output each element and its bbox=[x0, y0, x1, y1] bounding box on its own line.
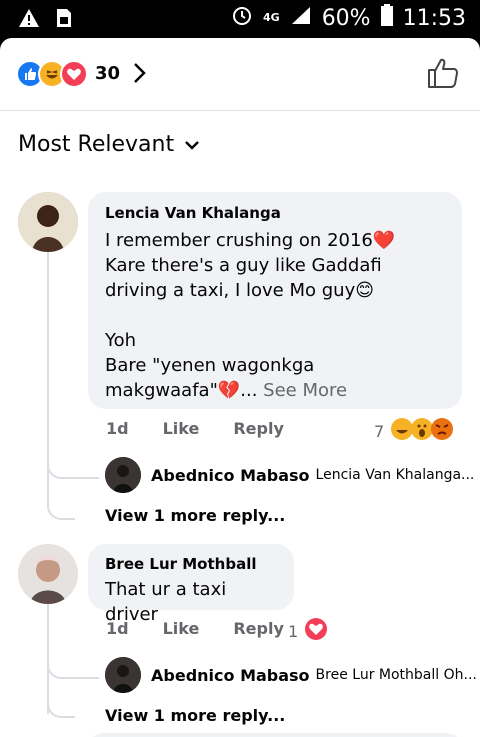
reply-button[interactable]: Reply bbox=[233, 619, 284, 638]
reply-preview[interactable]: Abednico Mabaso Bree Lur Mothball Oh... bbox=[105, 657, 477, 693]
comment-bubble: Bree Lur Mothball That ur a taxi driver bbox=[88, 544, 294, 625]
reaction-summary-bar[interactable]: 30 bbox=[0, 38, 480, 111]
sim-card-icon bbox=[56, 8, 72, 32]
reaction-count: 1 bbox=[288, 621, 299, 641]
comment-bubble bbox=[88, 733, 462, 737]
reply-snippet: Bree Lur Mothball Oh... bbox=[315, 667, 477, 683]
comment-actions: 1d Like Reply bbox=[106, 619, 318, 638]
like-comment-button[interactable]: Like bbox=[163, 619, 200, 638]
thread-connector bbox=[47, 478, 75, 520]
comment-author[interactable]: Bree Lur Mothball bbox=[105, 555, 278, 573]
comment-bubble: Lencia Van Khalanga I remember crushing … bbox=[88, 192, 462, 409]
clock: 11:53 bbox=[402, 5, 466, 31]
comments-sheet: 30 Most Relevant Lencia Van Khalanga I r… bbox=[0, 38, 480, 737]
thread-connector bbox=[47, 678, 75, 718]
avatar[interactable] bbox=[18, 192, 78, 252]
reaction-count: 7 bbox=[374, 421, 385, 441]
sort-label: Most Relevant bbox=[18, 132, 175, 157]
view-more-replies-link[interactable]: View 1 more reply... bbox=[105, 506, 285, 525]
reply-author: Abednico Mabaso bbox=[151, 665, 310, 685]
comment-timestamp: 1d bbox=[106, 619, 129, 638]
comment-reactions[interactable]: 1 bbox=[288, 617, 328, 645]
network-type-label: 4G bbox=[263, 11, 280, 24]
alarm-icon bbox=[231, 4, 253, 32]
battery-icon bbox=[380, 4, 393, 32]
like-post-button[interactable] bbox=[426, 56, 460, 94]
avatar[interactable] bbox=[18, 544, 78, 604]
love-reaction-icon bbox=[304, 617, 328, 645]
comment-reactions[interactable]: 7 bbox=[374, 417, 454, 445]
comment-line bbox=[105, 303, 446, 328]
status-bar: 4G 60% 11:53 bbox=[0, 0, 480, 38]
comment-text: I remember crushing on 2016❤️ Kare there… bbox=[105, 228, 446, 403]
chevron-right-icon[interactable] bbox=[130, 60, 148, 90]
chevron-down-icon bbox=[184, 132, 200, 157]
warning-icon bbox=[18, 8, 40, 32]
sort-dropdown[interactable]: Most Relevant bbox=[18, 132, 200, 157]
reaction-count: 30 bbox=[95, 63, 121, 84]
reply-author: Abednico Mabaso bbox=[151, 465, 310, 485]
reply-snippet: Lencia Van Khalanga... bbox=[315, 467, 475, 483]
comment-timestamp: 1d bbox=[106, 419, 129, 438]
reaction-icons bbox=[16, 60, 88, 88]
avatar bbox=[105, 457, 141, 493]
like-comment-button[interactable]: Like bbox=[163, 419, 200, 438]
view-more-replies-link[interactable]: View 1 more reply... bbox=[105, 706, 285, 725]
comment-line: Yoh bbox=[105, 330, 137, 351]
signal-icon bbox=[290, 5, 312, 31]
avatar bbox=[105, 657, 141, 693]
comment-line: Kare there's a guy like Gaddafi driving … bbox=[105, 255, 382, 301]
comment-actions: 1d Like Reply bbox=[106, 419, 318, 438]
angry-reaction-icon bbox=[430, 417, 454, 445]
comment-line: I remember crushing on 2016❤️ bbox=[105, 230, 396, 251]
love-reaction-icon bbox=[60, 60, 88, 88]
thread-connector bbox=[47, 443, 99, 479]
reply-button[interactable]: Reply bbox=[233, 419, 284, 438]
battery-percent: 60% bbox=[321, 5, 371, 31]
thread-connector bbox=[47, 643, 99, 679]
comment-author[interactable]: Lencia Van Khalanga bbox=[105, 204, 446, 222]
reply-preview[interactable]: Abednico Mabaso Lencia Van Khalanga... bbox=[105, 457, 474, 493]
see-more-link[interactable]: See More bbox=[263, 380, 347, 401]
